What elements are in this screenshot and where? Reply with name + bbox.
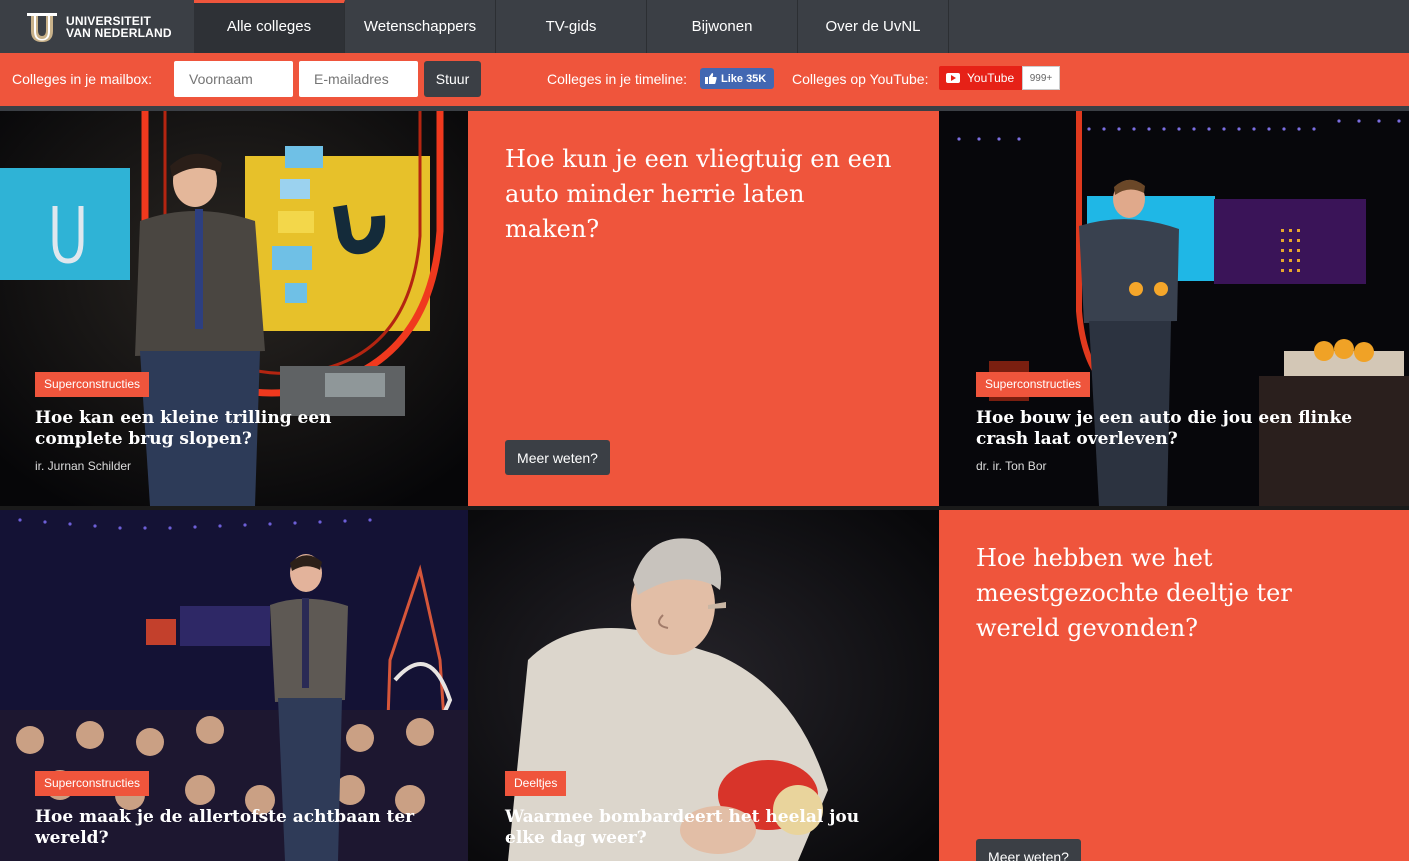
logo-line-2: VAN NEDERLAND [66,25,172,40]
question-text: Hoe hebben we het meestgezochte deeltje … [976,544,1292,642]
first-name-input[interactable] [174,61,293,97]
category-tag[interactable]: Superconstructies [35,771,150,796]
youtube-subscriber-count: 999+ [1022,66,1060,90]
youtube-label: Colleges op YouTube: [792,71,929,87]
nav-wetenschappers[interactable]: Wetenschappers [345,0,496,53]
college-card[interactable]: Superconstructies Hoe bouw je een auto d… [939,111,1409,506]
college-card[interactable]: Superconstructies Hoe kan een kleine tri… [0,111,468,506]
nav-over-de-uvnl[interactable]: Over de UvNL [798,0,949,53]
nav-bijwonen[interactable]: Bijwonen [647,0,798,53]
question-text: Hoe kun je een vliegtuig en een auto min… [505,145,892,243]
college-title[interactable]: Hoe bouw je een auto die jou een flinke … [976,408,1356,450]
question-card: Hoe hebben we het meestgezochte deeltje … [939,510,1409,861]
meer-weten-button[interactable]: Meer weten? [976,839,1081,861]
mailbox-label: Colleges in je mailbox: [12,71,153,87]
site-logo[interactable]: UNIVERSITEIT VAN NEDERLAND [0,0,194,53]
college-author: ir. Jurnan Schilder [35,459,132,473]
college-title[interactable]: Hoe maak je de allertofste achtbaan ter … [35,807,415,849]
top-navigation: UNIVERSITEIT VAN NEDERLAND Alle colleges… [0,0,1409,53]
college-title[interactable]: Waarmee bombardeert het heelal jou elke … [505,807,895,849]
email-input[interactable] [299,61,418,97]
meer-weten-button[interactable]: Meer weten? [505,440,610,475]
youtube-button-label: YouTube [967,71,1015,85]
youtube-play-icon [946,73,960,83]
college-card[interactable]: Deeltjes Waarmee bombardeert het heelal … [468,510,939,861]
youtube-button[interactable]: YouTube [939,66,1022,90]
subscribe-bar: Colleges in je mailbox: Stuur Colleges i… [0,53,1409,106]
like-count: Like 35K [721,72,767,85]
nav-tv-gids[interactable]: TV-gids [496,0,647,53]
submit-button[interactable]: Stuur [424,61,481,97]
question-card: Hoe kun je een vliegtuig en een auto min… [468,111,939,506]
category-tag[interactable]: Superconstructies [976,372,1091,397]
college-card[interactable]: Superconstructies Hoe maak je de allerto… [0,510,468,861]
facebook-like-button[interactable]: Like 35K [700,68,774,89]
category-tag[interactable]: Deeltjes [505,771,567,796]
logo-text: UNIVERSITEIT VAN NEDERLAND [66,15,172,39]
logo-u-icon [27,11,57,43]
college-author: dr. ir. Ton Bor [976,459,1047,473]
timeline-label: Colleges in je timeline: [547,71,688,87]
category-tag[interactable]: Superconstructies [35,372,150,397]
college-title[interactable]: Hoe kan een kleine trilling een complete… [35,408,415,450]
youtube-subscribe[interactable]: YouTube 999+ [939,66,1060,90]
thumbs-up-icon [705,73,717,84]
logo-line-1: UNIVERSITEIT [66,13,152,28]
nav-alle-colleges[interactable]: Alle colleges [194,0,345,53]
